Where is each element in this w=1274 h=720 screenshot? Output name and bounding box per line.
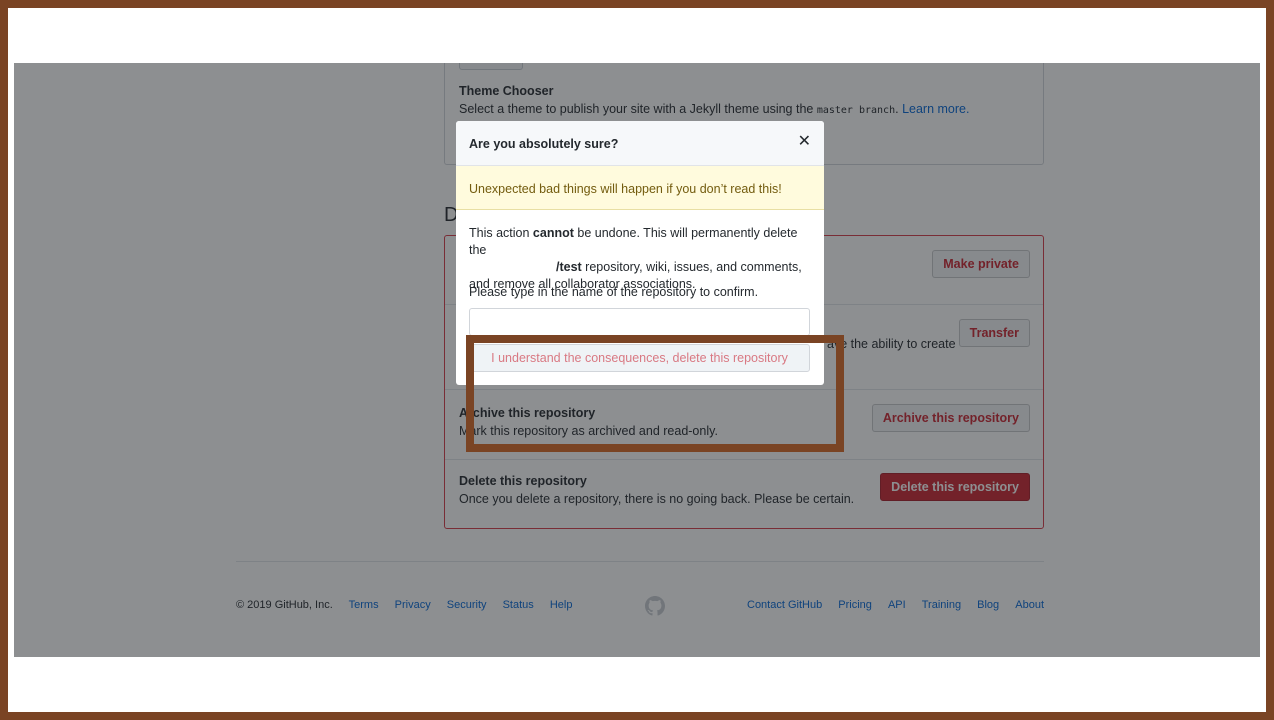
repo-name: /test bbox=[556, 260, 582, 274]
dialog-title: Are you absolutely sure? bbox=[469, 137, 619, 151]
body-bold-cannot: cannot bbox=[532, 226, 574, 240]
close-icon[interactable]: ✕ bbox=[798, 134, 811, 150]
warning-flash: Unexpected bad things will happen if you… bbox=[456, 166, 824, 210]
slide: Theme Chooser Select a theme to publish … bbox=[8, 8, 1266, 712]
confirm-label: Please type in the name of the repositor… bbox=[469, 285, 759, 299]
repository-name-input[interactable] bbox=[469, 308, 810, 336]
body-text-1: This action bbox=[469, 226, 533, 240]
highlight-box bbox=[466, 335, 844, 452]
screenshot: Theme Chooser Select a theme to publish … bbox=[14, 63, 1260, 657]
dialog-header: Are you absolutely sure? ✕ bbox=[456, 121, 824, 166]
